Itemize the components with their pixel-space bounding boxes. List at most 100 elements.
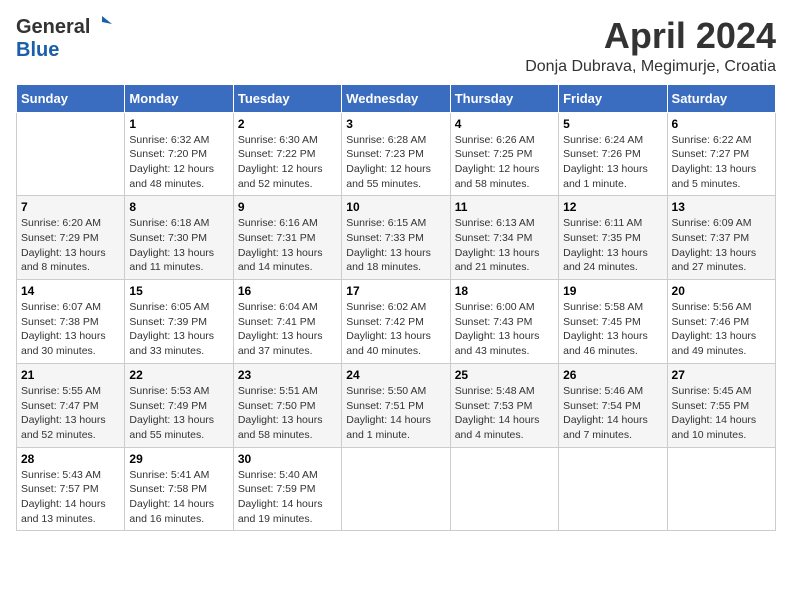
- days-header-row: SundayMondayTuesdayWednesdayThursdayFrid…: [17, 84, 776, 112]
- calendar-cell: 19 Sunrise: 5:58 AM Sunset: 7:45 PM Dayli…: [559, 280, 667, 364]
- day-number: 19: [563, 284, 662, 298]
- day-info: Sunrise: 6:00 AM Sunset: 7:43 PM Dayligh…: [455, 300, 554, 359]
- calendar-cell: 5Sunrise: 6:24 AM Sunset: 7:26 PM Daylig…: [559, 112, 667, 196]
- day-info: Sunrise: 6:13 AM Sunset: 7:34 PM Dayligh…: [455, 216, 554, 275]
- day-info: Sunrise: 6:15 AM Sunset: 7:33 PM Dayligh…: [346, 216, 445, 275]
- month-title: April 2024: [525, 16, 776, 56]
- col-header-wednesday: Wednesday: [342, 84, 450, 112]
- calendar-cell: 29 Sunrise: 5:41 AM Sunset: 7:58 PM Dayli…: [125, 447, 233, 531]
- calendar-cell: [450, 447, 558, 531]
- day-info: Sunrise: 6:09 AM Sunset: 7:37 PM Dayligh…: [672, 216, 771, 275]
- calendar-cell: [667, 447, 775, 531]
- logo-blue-text: Blue: [16, 39, 59, 62]
- logo-general-text: General: [16, 16, 90, 39]
- col-header-tuesday: Tuesday: [233, 84, 341, 112]
- day-info: Sunrise: 5:50 AM Sunset: 7:51 PM Dayligh…: [346, 384, 445, 443]
- calendar-cell: [559, 447, 667, 531]
- calendar-cell: 21Sunrise: 5:55 AM Sunset: 7:47 PM Dayli…: [17, 363, 125, 447]
- day-info: Sunrise: 5:58 AM Sunset: 7:45 PM Dayligh…: [563, 300, 662, 359]
- day-number: 28: [21, 452, 120, 466]
- calendar-cell: 25 Sunrise: 5:48 AM Sunset: 7:53 PM Dayli…: [450, 363, 558, 447]
- day-number: 20: [672, 284, 771, 298]
- day-info: Sunrise: 5:56 AM Sunset: 7:46 PM Dayligh…: [672, 300, 771, 359]
- calendar-cell: 12 Sunrise: 6:11 AM Sunset: 7:35 PM Dayli…: [559, 196, 667, 280]
- calendar-cell: 10 Sunrise: 6:15 AM Sunset: 7:33 PM Dayli…: [342, 196, 450, 280]
- col-header-saturday: Saturday: [667, 84, 775, 112]
- day-info: Sunrise: 5:45 AM Sunset: 7:55 PM Dayligh…: [672, 384, 771, 443]
- day-info: Sunrise: 5:46 AM Sunset: 7:54 PM Dayligh…: [563, 384, 662, 443]
- day-number: 14: [21, 284, 120, 298]
- calendar-cell: 1 Sunrise: 6:32 AM Sunset: 7:20 PM Daylig…: [125, 112, 233, 196]
- day-number: 9: [238, 200, 337, 214]
- day-info: Sunrise: 6:11 AM Sunset: 7:35 PM Dayligh…: [563, 216, 662, 275]
- calendar-cell: 22 Sunrise: 5:53 AM Sunset: 7:49 PM Dayli…: [125, 363, 233, 447]
- day-number: 30: [238, 452, 337, 466]
- day-number: 27: [672, 368, 771, 382]
- calendar-cell: 20 Sunrise: 5:56 AM Sunset: 7:46 PM Dayli…: [667, 280, 775, 364]
- day-number: 15: [129, 284, 228, 298]
- day-info: Sunrise: 6:32 AM Sunset: 7:20 PM Dayligh…: [129, 133, 228, 192]
- col-header-friday: Friday: [559, 84, 667, 112]
- day-number: 13: [672, 200, 771, 214]
- day-info: Sunrise: 6:18 AM Sunset: 7:30 PM Dayligh…: [129, 216, 228, 275]
- col-header-thursday: Thursday: [450, 84, 558, 112]
- day-info: Sunrise: 6:16 AM Sunset: 7:31 PM Dayligh…: [238, 216, 337, 275]
- day-info: Sunrise: 6:07 AM Sunset: 7:38 PM Dayligh…: [21, 300, 120, 359]
- calendar-table: SundayMondayTuesdayWednesdayThursdayFrid…: [16, 84, 776, 532]
- day-number: 12: [563, 200, 662, 214]
- day-number: 10: [346, 200, 445, 214]
- day-info: Sunrise: 5:41 AM Sunset: 7:58 PM Dayligh…: [129, 468, 228, 527]
- day-info: Sunrise: 5:55 AM Sunset: 7:47 PM Dayligh…: [21, 384, 120, 443]
- day-info: Sunrise: 5:48 AM Sunset: 7:53 PM Dayligh…: [455, 384, 554, 443]
- day-number: 1: [129, 117, 228, 131]
- day-info: Sunrise: 5:51 AM Sunset: 7:50 PM Dayligh…: [238, 384, 337, 443]
- day-number: 17: [346, 284, 445, 298]
- calendar-cell: 8 Sunrise: 6:18 AM Sunset: 7:30 PM Daylig…: [125, 196, 233, 280]
- calendar-cell: [342, 447, 450, 531]
- day-info: Sunrise: 6:20 AM Sunset: 7:29 PM Dayligh…: [21, 216, 120, 275]
- day-number: 8: [129, 200, 228, 214]
- day-number: 7: [21, 200, 120, 214]
- day-info: Sunrise: 6:04 AM Sunset: 7:41 PM Dayligh…: [238, 300, 337, 359]
- calendar-cell: 30 Sunrise: 5:40 AM Sunset: 7:59 PM Dayli…: [233, 447, 341, 531]
- calendar-cell: 18 Sunrise: 6:00 AM Sunset: 7:43 PM Dayli…: [450, 280, 558, 364]
- day-number: 29: [129, 452, 228, 466]
- col-header-monday: Monday: [125, 84, 233, 112]
- day-number: 2: [238, 117, 337, 131]
- day-number: 22: [129, 368, 228, 382]
- calendar-cell: 4Sunrise: 6:26 AM Sunset: 7:25 PM Daylig…: [450, 112, 558, 196]
- week-row-3: 14 Sunrise: 6:07 AM Sunset: 7:38 PM Dayli…: [17, 280, 776, 364]
- day-number: 11: [455, 200, 554, 214]
- calendar-cell: 7 Sunrise: 6:20 AM Sunset: 7:29 PM Daylig…: [17, 196, 125, 280]
- calendar-cell: 28 Sunrise: 5:43 AM Sunset: 7:57 PM Dayli…: [17, 447, 125, 531]
- day-number: 23: [238, 368, 337, 382]
- week-row-2: 7 Sunrise: 6:20 AM Sunset: 7:29 PM Daylig…: [17, 196, 776, 280]
- day-info: Sunrise: 5:53 AM Sunset: 7:49 PM Dayligh…: [129, 384, 228, 443]
- day-info: Sunrise: 5:43 AM Sunset: 7:57 PM Dayligh…: [21, 468, 120, 527]
- day-info: Sunrise: 6:28 AM Sunset: 7:23 PM Dayligh…: [346, 133, 445, 192]
- week-row-4: 21Sunrise: 5:55 AM Sunset: 7:47 PM Dayli…: [17, 363, 776, 447]
- day-number: 25: [455, 368, 554, 382]
- day-info: Sunrise: 6:02 AM Sunset: 7:42 PM Dayligh…: [346, 300, 445, 359]
- calendar-cell: 9 Sunrise: 6:16 AM Sunset: 7:31 PM Daylig…: [233, 196, 341, 280]
- logo: General Blue: [16, 16, 112, 62]
- week-row-5: 28 Sunrise: 5:43 AM Sunset: 7:57 PM Dayli…: [17, 447, 776, 531]
- logo-bird-icon: [92, 14, 112, 34]
- calendar-cell: 6Sunrise: 6:22 AM Sunset: 7:27 PM Daylig…: [667, 112, 775, 196]
- day-number: 24: [346, 368, 445, 382]
- day-number: 5: [563, 117, 662, 131]
- calendar-cell: 17 Sunrise: 6:02 AM Sunset: 7:42 PM Dayli…: [342, 280, 450, 364]
- page-header: General Blue April 2024 Donja Dubrava, M…: [16, 16, 776, 76]
- day-info: Sunrise: 5:40 AM Sunset: 7:59 PM Dayligh…: [238, 468, 337, 527]
- day-number: 18: [455, 284, 554, 298]
- calendar-cell: 14 Sunrise: 6:07 AM Sunset: 7:38 PM Dayli…: [17, 280, 125, 364]
- day-number: 26: [563, 368, 662, 382]
- calendar-cell: 2Sunrise: 6:30 AM Sunset: 7:22 PM Daylig…: [233, 112, 341, 196]
- calendar-cell: [17, 112, 125, 196]
- day-info: Sunrise: 6:05 AM Sunset: 7:39 PM Dayligh…: [129, 300, 228, 359]
- title-area: April 2024 Donja Dubrava, Megimurje, Cro…: [525, 16, 776, 76]
- calendar-cell: 13 Sunrise: 6:09 AM Sunset: 7:37 PM Dayli…: [667, 196, 775, 280]
- col-header-sunday: Sunday: [17, 84, 125, 112]
- calendar-cell: 11 Sunrise: 6:13 AM Sunset: 7:34 PM Dayli…: [450, 196, 558, 280]
- calendar-cell: 3Sunrise: 6:28 AM Sunset: 7:23 PM Daylig…: [342, 112, 450, 196]
